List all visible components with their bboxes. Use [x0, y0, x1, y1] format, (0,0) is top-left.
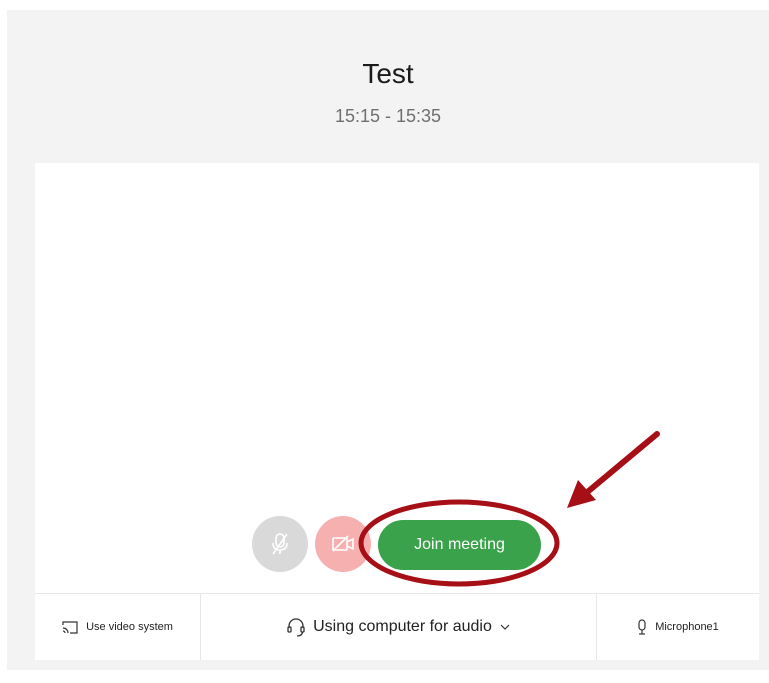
- audio-selector[interactable]: Using computer for audio: [201, 594, 597, 660]
- microphone-icon: [637, 619, 647, 635]
- join-meeting-button[interactable]: Join meeting: [378, 520, 541, 570]
- meeting-time: 15:15 - 15:35: [334, 106, 442, 126]
- mute-button[interactable]: [252, 516, 308, 572]
- meeting-title: Test: [362, 58, 414, 89]
- use-video-system-button[interactable]: Use video system: [35, 594, 201, 660]
- microphone-muted-icon: [270, 532, 290, 556]
- use-video-system-label: Use video system: [86, 621, 173, 633]
- chevron-down-icon: [500, 623, 510, 631]
- audio-label: Using computer for audio: [313, 618, 492, 635]
- video-off-icon: [331, 534, 355, 554]
- microphone-selector[interactable]: Microphone1: [597, 594, 759, 660]
- headset-icon: [287, 617, 305, 637]
- cast-icon: [62, 620, 78, 634]
- microphone-label: Microphone1: [655, 621, 719, 633]
- stop-video-button[interactable]: [315, 516, 371, 572]
- bottom-bar: Use video system Using computer for audi…: [35, 593, 759, 660]
